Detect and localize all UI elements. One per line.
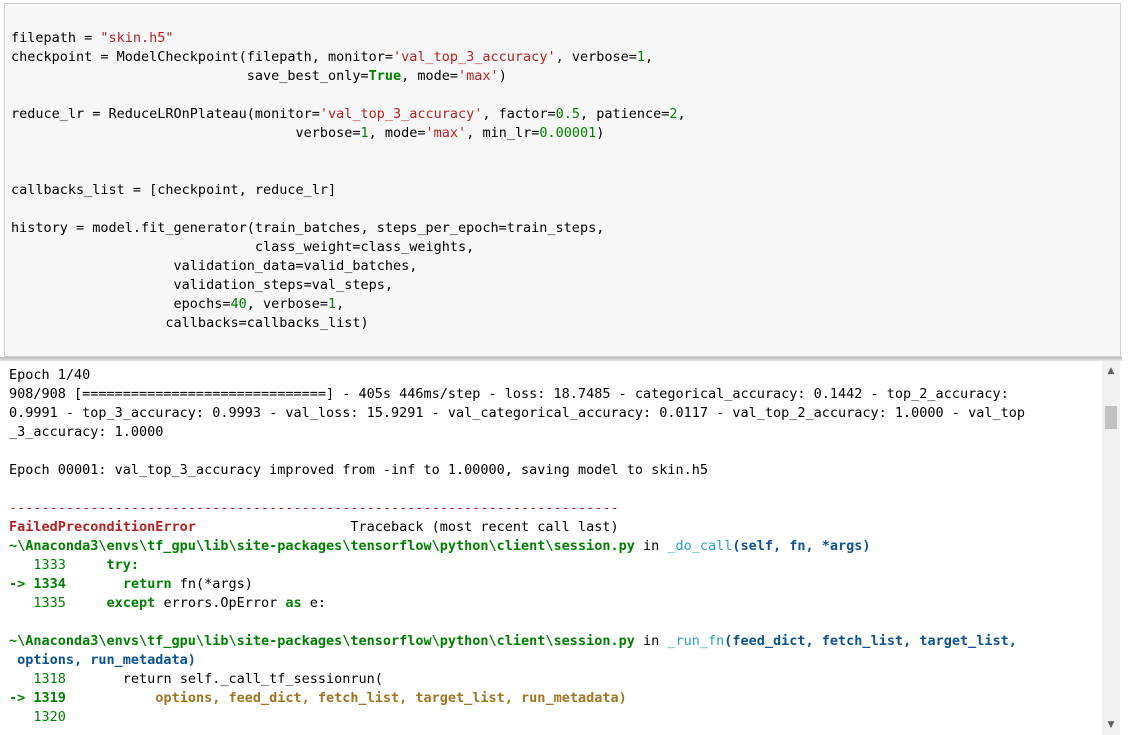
code-text: , mode= bbox=[368, 125, 426, 141]
code-text: , bbox=[677, 106, 686, 122]
code-text: ) bbox=[596, 125, 605, 141]
line-number: 1320 bbox=[9, 709, 66, 725]
traceback-path: ~\Anaconda3\envs\tf_gpu\lib\site-package… bbox=[9, 633, 635, 649]
traceback-separator: ----------------------------------------… bbox=[9, 500, 619, 516]
string-literal: 'max' bbox=[458, 68, 499, 84]
number-literal: 1 bbox=[328, 296, 337, 312]
code-line: options, feed_dict, fetch_list, target_l… bbox=[65, 690, 627, 706]
keyword: as bbox=[285, 595, 302, 611]
code-text: , mode= bbox=[401, 68, 459, 84]
code-text: callbacks_list = [checkpoint, reduce_lr] bbox=[11, 182, 337, 198]
code-text: e: bbox=[301, 595, 327, 611]
output-scrollbar[interactable]: ▲ ▼ bbox=[1102, 361, 1120, 735]
traceback-args: (feed_dict, fetch_list, target_list, bbox=[724, 633, 1017, 649]
code-text: callbacks=callbacks_list) bbox=[11, 315, 369, 331]
code-text: , factor= bbox=[482, 106, 556, 122]
scroll-down-icon[interactable]: ▼ bbox=[1102, 717, 1120, 733]
error-name: FailedPreconditionError bbox=[9, 519, 196, 535]
keyword: except bbox=[106, 595, 156, 611]
line-number: 1318 bbox=[9, 671, 66, 687]
traceback-args: (self, fn, *args) bbox=[732, 538, 871, 554]
line-number: 1335 bbox=[9, 595, 66, 611]
code-text: class_weight=class_weights, bbox=[11, 239, 475, 255]
progress-line: _3_accuracy: 1.0000 bbox=[9, 424, 164, 440]
epoch-header: Epoch 1/40 bbox=[9, 367, 91, 383]
code-text: in bbox=[634, 538, 668, 554]
number-literal: 0.5 bbox=[555, 106, 580, 122]
code-text: , min_lr= bbox=[466, 125, 540, 141]
code-cell-input[interactable]: filepath = "skin.h5" checkpoint = ModelC… bbox=[4, 3, 1121, 357]
string-literal: 'val_top_3_accuracy' bbox=[393, 49, 556, 65]
code-text: reduce_lr = ReduceLROnPlateau(monitor= bbox=[11, 106, 320, 122]
code-text: , patience= bbox=[579, 106, 670, 122]
code-text: , verbose= bbox=[246, 296, 328, 312]
code-text: , bbox=[645, 49, 654, 65]
code-editor[interactable]: filepath = "skin.h5" checkpoint = ModelC… bbox=[11, 29, 686, 333]
number-literal: 40 bbox=[230, 296, 247, 312]
string-literal: 'val_top_3_accuracy' bbox=[319, 106, 483, 122]
keyword: return bbox=[122, 576, 172, 592]
checkpoint-message: Epoch 00001: val_top_3_accuracy improved… bbox=[9, 462, 708, 478]
code-text: errors.OpError bbox=[155, 595, 286, 611]
line-number: 1333 bbox=[9, 557, 66, 573]
string-literal: 'max' bbox=[425, 125, 467, 141]
current-line-arrow: -> 1334 bbox=[9, 576, 66, 592]
traceback-label: Traceback (most recent call last) bbox=[195, 519, 619, 535]
traceback-function: _run_fn bbox=[667, 633, 725, 649]
number-literal: 2 bbox=[669, 106, 678, 122]
code-text: validation_steps=val_steps, bbox=[11, 277, 394, 293]
traceback-function: _do_call bbox=[667, 538, 733, 554]
code-line: return self._call_tf_sessionrun( bbox=[65, 671, 383, 687]
cell-output: Epoch 1/40 908/908 [====================… bbox=[0, 361, 1102, 735]
code-text: validation_data=valid_batches, bbox=[11, 258, 418, 274]
code-text: filepath = bbox=[11, 30, 101, 46]
scroll-up-icon[interactable]: ▲ bbox=[1102, 363, 1120, 379]
code-text: epochs= bbox=[11, 296, 231, 312]
number-literal: 1 bbox=[636, 49, 645, 65]
code-line: try: bbox=[65, 557, 140, 573]
number-literal: 0.00001 bbox=[539, 125, 597, 141]
code-text: fn(*args) bbox=[171, 576, 253, 592]
output-text: Epoch 1/40 908/908 [====================… bbox=[9, 366, 1025, 727]
traceback-path: ~\Anaconda3\envs\tf_gpu\lib\site-package… bbox=[9, 538, 635, 554]
traceback-args: options, run_metadata) bbox=[9, 652, 196, 668]
code-text: history = model.fit_generator(train_batc… bbox=[11, 220, 605, 236]
string-literal: "skin.h5" bbox=[100, 30, 174, 46]
progress-line: 0.9991 - top_3_accuracy: 0.9993 - val_lo… bbox=[9, 405, 1025, 421]
number-literal: 1 bbox=[360, 125, 369, 141]
scroll-thumb[interactable] bbox=[1105, 406, 1117, 429]
code-text: verbose= bbox=[11, 125, 361, 141]
code-text: ) bbox=[498, 68, 507, 84]
current-line-arrow: -> 1319 bbox=[9, 690, 66, 706]
code-text: , bbox=[336, 296, 345, 312]
code-text: checkpoint = ModelCheckpoint(filepath, m… bbox=[11, 49, 394, 65]
progress-line: 908/908 [==============================]… bbox=[9, 386, 1009, 402]
keyword: True bbox=[368, 68, 402, 84]
code-text: in bbox=[634, 633, 668, 649]
code-text: save_best_only= bbox=[11, 68, 369, 84]
code-text: , verbose= bbox=[555, 49, 637, 65]
